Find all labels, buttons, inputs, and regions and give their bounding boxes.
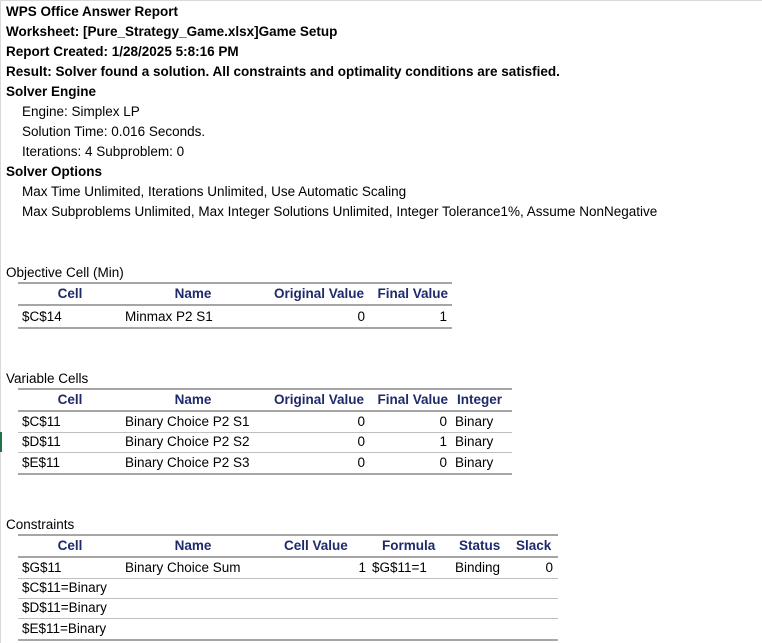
constraints-row-name[interactable]: Binary Choice Sum bbox=[125, 558, 241, 578]
options-line-1[interactable]: Max Time Unlimited, Iterations Unlimited… bbox=[22, 182, 406, 202]
solution-time[interactable]: Solution Time: 0.016 Seconds. bbox=[22, 122, 205, 142]
variables-row-original[interactable]: 0 bbox=[264, 453, 365, 473]
variables-row-final[interactable]: 0 bbox=[364, 412, 447, 432]
options-line-2[interactable]: Max Subproblems Unlimited, Max Integer S… bbox=[22, 202, 657, 222]
iterations[interactable]: Iterations: 4 Subproblem: 0 bbox=[22, 142, 184, 162]
objective-header-cell[interactable]: Cell bbox=[18, 284, 122, 304]
constraints-row-cell[interactable]: $E$11=Binary bbox=[22, 619, 106, 639]
constraints-row-cell-value[interactable]: 1 bbox=[284, 558, 366, 578]
variables-row-integer[interactable]: Binary bbox=[455, 432, 493, 452]
variables-header-integer[interactable]: Integer bbox=[457, 390, 502, 410]
variables-row-name[interactable]: Binary Choice P2 S1 bbox=[125, 412, 250, 432]
objective-row-original[interactable]: 0 bbox=[264, 307, 365, 327]
variables-row-final[interactable]: 1 bbox=[364, 432, 447, 452]
constraints-section-title[interactable]: Constraints bbox=[6, 515, 74, 535]
variables-header-cell[interactable]: Cell bbox=[18, 390, 122, 410]
constraints-row-slack[interactable]: 0 bbox=[516, 558, 553, 578]
variables-row-original[interactable]: 0 bbox=[264, 432, 365, 452]
engine-type[interactable]: Engine: Simplex LP bbox=[22, 102, 140, 122]
constraints-header-name[interactable]: Name bbox=[122, 536, 264, 556]
gridline-top bbox=[0, 0, 762, 1]
gridline-left bbox=[0, 0, 1, 643]
variables-row-cell[interactable]: $E$11 bbox=[22, 453, 60, 473]
worksheet-label[interactable]: Worksheet: [Pure_Strategy_Game.xlsx]Game… bbox=[6, 22, 337, 42]
variables-row-original[interactable]: 0 bbox=[264, 412, 365, 432]
variables-bottom-rule bbox=[18, 473, 512, 475]
constraints-row-status[interactable]: Binding bbox=[455, 558, 500, 578]
variables-row-final[interactable]: 0 bbox=[364, 453, 447, 473]
constraints-header-slack[interactable]: Slack bbox=[516, 536, 551, 556]
report-created[interactable]: Report Created: 1/28/2025 5:8:16 PM bbox=[6, 42, 239, 62]
objective-bottom-rule bbox=[18, 327, 452, 329]
objective-row-cell[interactable]: $C$14 bbox=[22, 307, 62, 327]
constraints-row-formula[interactable]: $G$11=1 bbox=[372, 558, 427, 578]
objective-section-title[interactable]: Objective Cell (Min) bbox=[6, 263, 124, 283]
variables-row-cell[interactable]: $D$11 bbox=[22, 432, 61, 452]
objective-header-rule bbox=[18, 304, 452, 306]
constraints-row-cell[interactable]: $C$11=Binary bbox=[22, 578, 107, 598]
answer-report-sheet: WPS Office Answer Report Worksheet: [Pur… bbox=[0, 0, 762, 643]
report-title[interactable]: WPS Office Answer Report bbox=[6, 2, 178, 22]
objective-header-final[interactable]: Final Value bbox=[364, 284, 448, 304]
objective-row-name[interactable]: Minmax P2 S1 bbox=[125, 307, 213, 327]
objective-header-original[interactable]: Original Value bbox=[264, 284, 364, 304]
variables-section-title[interactable]: Variable Cells bbox=[6, 369, 88, 389]
variables-row-cell[interactable]: $C$11 bbox=[22, 412, 61, 432]
constraints-bottom-rule bbox=[18, 639, 558, 641]
constraints-row-cell[interactable]: $G$11 bbox=[22, 558, 62, 578]
variables-row-name[interactable]: Binary Choice P2 S3 bbox=[125, 453, 250, 473]
constraints-row-cell[interactable]: $D$11=Binary bbox=[22, 598, 107, 618]
variables-row-integer[interactable]: Binary bbox=[455, 453, 493, 473]
constraints-header-status[interactable]: Status bbox=[459, 536, 500, 556]
objective-header-name[interactable]: Name bbox=[122, 284, 264, 304]
variables-header-name[interactable]: Name bbox=[122, 390, 264, 410]
row-selection-marker bbox=[0, 432, 2, 452]
variables-row-integer[interactable]: Binary bbox=[455, 412, 493, 432]
solver-options-heading[interactable]: Solver Options bbox=[6, 162, 102, 182]
variables-row-name[interactable]: Binary Choice P2 S2 bbox=[125, 432, 250, 452]
variables-header-original[interactable]: Original Value bbox=[264, 390, 364, 410]
objective-row-final[interactable]: 1 bbox=[364, 307, 447, 327]
solver-engine-heading[interactable]: Solver Engine bbox=[6, 82, 96, 102]
constraints-header-cell-value[interactable]: Cell Value bbox=[284, 536, 348, 556]
result-text[interactable]: Result: Solver found a solution. All con… bbox=[6, 62, 560, 82]
constraints-header-cell[interactable]: Cell bbox=[18, 536, 122, 556]
variables-header-final[interactable]: Final Value bbox=[364, 390, 448, 410]
constraints-header-formula[interactable]: Formula bbox=[382, 536, 435, 556]
